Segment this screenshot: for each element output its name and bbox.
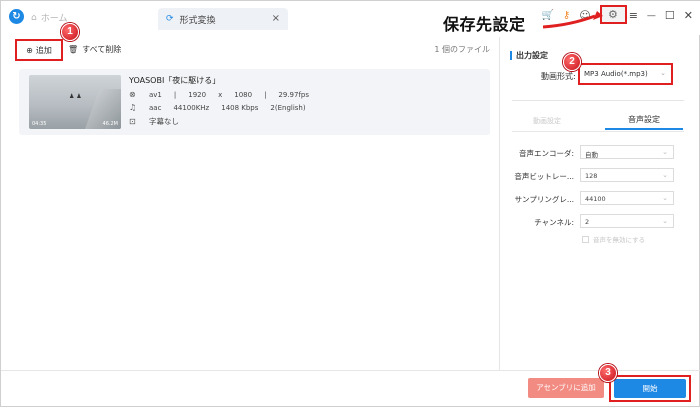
save-location-callout: 保存先設定: [443, 15, 526, 34]
video-duration: 04:35: [32, 121, 47, 127]
file-list-item[interactable]: ♟ ♟ 04:35 46.2M YOASOBI「夜に駆ける」 ⊗ av1 | 1…: [19, 69, 490, 135]
gear-icon: ⚙: [608, 8, 618, 21]
tab-audio-settings[interactable]: 音声設定: [605, 114, 683, 130]
audio-bitrate-value: 128: [585, 172, 598, 180]
plus-circle-icon: ⊕: [26, 45, 33, 55]
video-fps: 29.97fps: [278, 90, 310, 99]
channel-value: 2: [585, 218, 590, 226]
toolbar: ⊕ 追加 🗑 すべて削除 1 個のファイル: [1, 37, 498, 61]
tab-format-conversion[interactable]: ⟳ 形式変換 ×: [158, 8, 288, 30]
step-badge-3: 3: [599, 364, 617, 382]
chevron-down-icon: ⌄: [662, 148, 668, 156]
audio-bitrate-select[interactable]: 128 ⌄: [580, 168, 674, 182]
file-title: YOASOBI「夜に駆ける」: [129, 76, 221, 85]
audio-encoder-label: 音声エンコーダ:: [518, 149, 574, 158]
disable-audio-checkbox[interactable]: [582, 235, 589, 243]
home-icon: ⌂: [31, 12, 37, 23]
add-button-label: 追加: [35, 45, 52, 55]
subtitle-value: 字幕なし: [149, 117, 179, 126]
output-settings-panel: 出力設定 動画形式: 動画設定 音声設定 音声エンコーダ: 自動 ⌄ 音声ビット…: [499, 37, 693, 370]
start-button-highlight: 開始: [609, 375, 691, 402]
convert-icon: ⟳: [166, 14, 174, 24]
output-settings-title: 出力設定: [510, 51, 548, 60]
clear-all-button[interactable]: 🗑 すべて削除: [68, 44, 121, 55]
resolution-x: x: [218, 90, 223, 99]
add-to-assembly-button[interactable]: アセンブリに追加: [528, 378, 604, 398]
step-badge-1: 1: [61, 23, 79, 41]
video-height: 1080: [234, 90, 253, 99]
sample-rate-value: 44100: [585, 195, 606, 203]
subtitle-row[interactable]: ⊡ 字幕なし: [129, 116, 179, 127]
chevron-down-icon: ⌄: [662, 194, 668, 202]
home-tab-label: ホーム: [40, 14, 68, 24]
add-button[interactable]: ⊕ 追加: [15, 39, 63, 61]
video-codec-icon: ⊗: [129, 90, 136, 99]
close-window-button[interactable]: ✕: [684, 9, 693, 22]
trash-icon: 🗑: [68, 45, 79, 54]
disable-audio-option[interactable]: 音声を無効にする: [582, 234, 645, 244]
home-tab[interactable]: ⌂ ホーム: [31, 11, 68, 25]
minimize-button[interactable]: —: [647, 11, 656, 21]
maximize-button[interactable]: ☐: [665, 9, 675, 22]
audio-bitrate: 1408 Kbps: [221, 103, 259, 112]
video-thumbnail[interactable]: ♟ ♟ 04:35 46.2M: [29, 75, 121, 129]
separator: |: [264, 90, 267, 99]
video-codec: av1: [149, 90, 162, 99]
sample-rate-label: サンプリングレ...: [514, 195, 574, 204]
audio-encoder-select[interactable]: 自動 ⌄: [580, 145, 674, 159]
step-badge-2: 2: [563, 53, 581, 71]
subtab-divider: [512, 131, 684, 132]
video-info-row: ⊗ av1 | 1920 x 1080 | 29.97fps: [129, 90, 309, 99]
file-count: 1 個のファイル: [434, 45, 490, 54]
audio-info-row: ♫ aac 44100KHz 1408 Kbps 2(English): [129, 103, 306, 112]
audio-sample-rate: 44100KHz: [173, 103, 210, 112]
audio-channels: 2(English): [270, 103, 306, 112]
audio-codec: aac: [149, 103, 162, 112]
app-logo-icon: ↻: [9, 9, 24, 24]
format-select[interactable]: MP3 Audio(*.mp3) ⌄: [578, 63, 673, 85]
video-size: 46.2M: [102, 121, 118, 127]
disable-audio-label: 音声を無効にする: [593, 236, 646, 244]
app-window: ↻ ⌂ ホーム ⟳ 形式変換 × 🛒 ⚷ ☺ ≡ — ☐ ✕ ⚙ ⊕ 追加 🗑 …: [0, 0, 700, 407]
tab-label: 形式変換: [179, 15, 216, 26]
divider: [512, 100, 684, 101]
audio-encoder-value: 自動: [585, 151, 598, 159]
chevron-down-icon: ⌄: [660, 69, 666, 77]
sample-rate-select[interactable]: 44100 ⌄: [580, 191, 674, 205]
separator: |: [173, 90, 177, 99]
channel-label: チャンネル:: [534, 218, 574, 227]
callout-arrow-icon: [542, 11, 603, 29]
audio-bitrate-label: 音声ビットレー...: [514, 172, 574, 181]
video-width: 1920: [188, 90, 207, 99]
format-value: MP3 Audio(*.mp3): [584, 70, 648, 78]
format-label: 動画形式:: [541, 72, 576, 81]
close-tab-icon[interactable]: ×: [272, 13, 280, 24]
chevron-down-icon: ⌄: [662, 171, 668, 179]
channel-select[interactable]: 2 ⌄: [580, 214, 674, 228]
menu-icon[interactable]: ≡: [629, 9, 638, 22]
thumbnail-figures: ♟ ♟: [69, 93, 82, 100]
clear-all-label: すべて削除: [82, 45, 122, 54]
music-note-icon: ♫: [129, 103, 137, 112]
start-button[interactable]: 開始: [614, 379, 686, 398]
chevron-down-icon: ⌄: [662, 217, 668, 225]
subtitle-icon: ⊡: [129, 117, 136, 126]
tab-video-settings[interactable]: 動画設定: [533, 116, 561, 126]
